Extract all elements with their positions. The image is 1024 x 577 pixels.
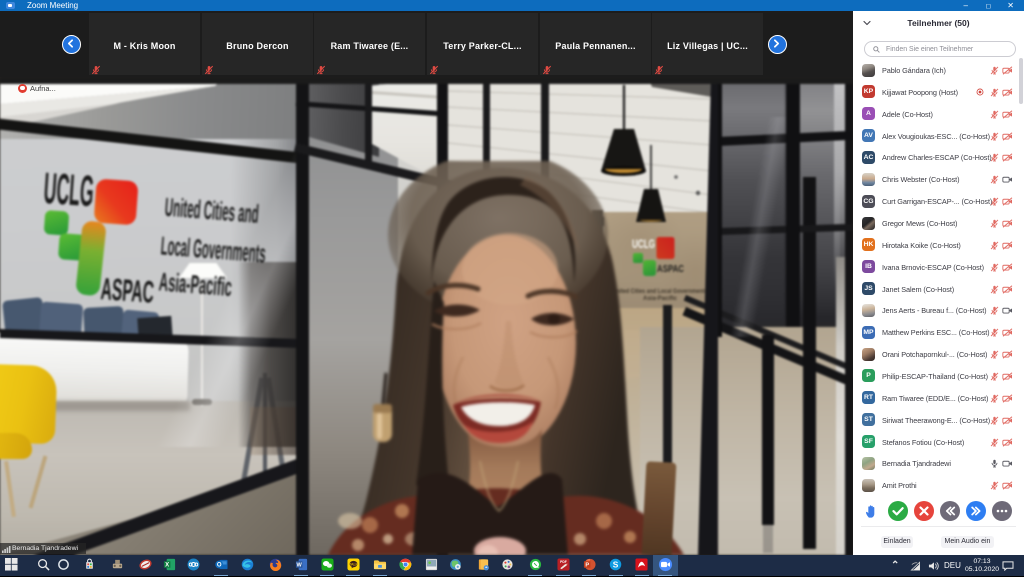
svg-text:Local Governments: Local Governments xyxy=(160,230,267,268)
svg-text:United Cities and: United Cities and xyxy=(164,192,260,229)
svg-text:ASPAC: ASPAC xyxy=(100,271,155,310)
svg-text:UCLG: UCLG xyxy=(42,164,95,216)
svg-text:Asia-Pacific: Asia-Pacific xyxy=(158,266,233,302)
